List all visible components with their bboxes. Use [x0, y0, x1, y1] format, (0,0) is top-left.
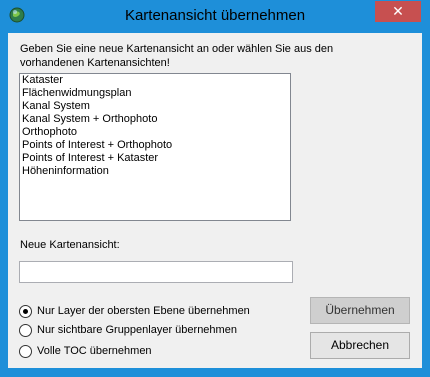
- option-visible-group-layers[interactable]: Nur sichtbare Gruppenlayer übernehmen: [19, 323, 237, 337]
- window-title: Kartenansicht übernehmen: [124, 7, 306, 24]
- option-full-toc[interactable]: Volle TOC übernehmen: [19, 344, 152, 358]
- instruction-text: Geben Sie eine neue Kartenansicht an ode…: [20, 42, 400, 70]
- instruction-line-2: vorhandenen Kartenansichten!: [20, 57, 170, 69]
- option-top-level-layers[interactable]: Nur Layer der obersten Ebene übernehmen: [19, 304, 250, 318]
- list-item[interactable]: Kanal System: [20, 100, 290, 113]
- list-item[interactable]: Points of Interest + Kataster: [20, 152, 290, 165]
- dialog-window: Kartenansicht übernehmen ✕ Geben Sie ein…: [0, 0, 430, 377]
- radio-button[interactable]: [19, 323, 32, 337]
- new-view-label: Neue Kartenansicht:: [20, 239, 120, 251]
- close-button[interactable]: ✕: [375, 1, 421, 22]
- list-item[interactable]: Flächenwidmungsplan: [20, 87, 290, 100]
- radio-button[interactable]: [19, 344, 32, 358]
- list-item[interactable]: Kataster: [20, 74, 290, 87]
- list-item[interactable]: Kanal System + Orthophoto: [20, 113, 290, 126]
- option-label: Nur Layer der obersten Ebene übernehmen: [37, 305, 250, 317]
- accept-button[interactable]: Übernehmen: [310, 297, 410, 324]
- option-label: Nur sichtbare Gruppenlayer übernehmen: [37, 324, 237, 336]
- title-bar[interactable]: Kartenansicht übernehmen ✕: [1, 1, 429, 33]
- instruction-line-1: Geben Sie eine neue Kartenansicht an ode…: [20, 43, 334, 55]
- list-item[interactable]: Höheninformation: [20, 165, 290, 178]
- new-view-input[interactable]: [19, 261, 293, 283]
- radio-button-selected[interactable]: [19, 304, 32, 318]
- cancel-button[interactable]: Abbrechen: [310, 332, 410, 359]
- option-label: Volle TOC übernehmen: [37, 345, 152, 357]
- list-item[interactable]: Points of Interest + Orthophoto: [20, 139, 290, 152]
- view-list[interactable]: Kataster Flächenwidmungsplan Kanal Syste…: [19, 73, 291, 221]
- dialog-content: Geben Sie eine neue Kartenansicht an ode…: [8, 33, 422, 368]
- list-item[interactable]: Orthophoto: [20, 126, 290, 139]
